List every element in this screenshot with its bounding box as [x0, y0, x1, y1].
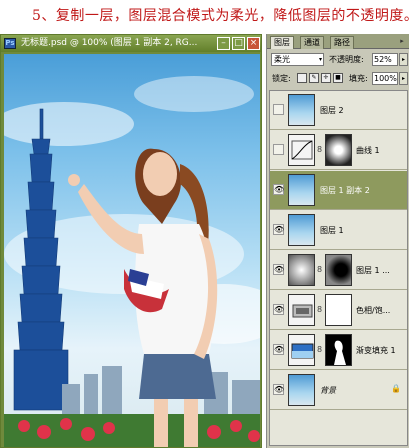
layer-thumbnail [288, 174, 315, 206]
blend-row: 柔光 ▾ 不透明度: 52% ▸ [269, 52, 408, 68]
fill-slider-arrow-icon[interactable]: ▸ [399, 72, 408, 85]
tab-channels[interactable]: 通道 [300, 36, 324, 49]
layer-name: 背景 [320, 386, 336, 395]
blend-mode-value: 柔光 [274, 55, 290, 64]
layer-name: 渐变填充 1 [356, 346, 396, 355]
fill-input[interactable]: 100% [372, 72, 398, 85]
maximize-button[interactable]: □ [232, 37, 245, 50]
chevron-down-icon: ▾ [318, 56, 322, 63]
layer-name: 图层 1 [320, 226, 344, 235]
link-icon: 8 [317, 265, 323, 274]
fill-label: 填充: [349, 74, 368, 83]
layer-mask-thumbnail [325, 134, 352, 166]
layer-row-selected[interactable]: 👁 图层 1 副本 2 [270, 171, 407, 210]
lock-pixels-icon[interactable]: ✎ [309, 73, 319, 83]
tab-layers[interactable]: 图层 [270, 36, 294, 49]
layer-thumbnail [288, 214, 315, 246]
document-canvas[interactable] [4, 54, 260, 447]
lock-all-icon[interactable]: ■ [333, 73, 343, 83]
layer-name: 图层 1 副本 2 [320, 186, 370, 195]
lock-row: 锁定: ✎ ✛ ■ 填充: 100% ▸ [269, 71, 408, 87]
lock-label: 锁定: [272, 74, 291, 83]
lock-icon: 🔒 [391, 384, 401, 393]
visibility-toggle[interactable] [273, 104, 284, 115]
photoshop-icon: Ps [4, 38, 16, 49]
eye-icon[interactable]: 👁 [273, 384, 284, 395]
tutorial-caption: 5、复制一层，图层混合模式为柔光，降低图层的不透明度。 [32, 8, 409, 24]
layer-thumbnail [288, 254, 315, 286]
layer-name: 曲线 1 [356, 146, 380, 155]
curves-adjustment-icon [288, 134, 315, 166]
layer-row[interactable]: 👁 8 色相/饱... [270, 291, 407, 330]
minimize-button[interactable]: – [217, 37, 230, 50]
eye-icon[interactable]: 👁 [273, 184, 284, 195]
eye-icon[interactable]: 👁 [273, 344, 284, 355]
blend-mode-select[interactable]: 柔光 ▾ [271, 53, 324, 66]
layer-mask-thumbnail [325, 294, 352, 326]
layer-thumbnail [288, 94, 315, 126]
close-button[interactable]: × [247, 37, 260, 50]
link-icon: 8 [317, 305, 323, 314]
cloud-shape [4, 102, 134, 146]
eye-icon[interactable]: 👁 [273, 264, 284, 275]
opacity-label: 不透明度: [329, 55, 364, 64]
link-icon: 8 [317, 345, 323, 354]
photo-artwork [4, 76, 260, 447]
link-icon: 8 [317, 145, 323, 154]
gradient-fill-icon [288, 334, 315, 366]
layer-thumbnail [288, 374, 315, 406]
opacity-input[interactable]: 52% [372, 53, 398, 66]
panel-menu-icon[interactable]: ▸ [397, 37, 407, 46]
eye-icon[interactable]: 👁 [273, 224, 284, 235]
layer-row[interactable]: 👁 背景 🔒 [270, 371, 407, 410]
lock-transparency-checkbox[interactable] [297, 73, 307, 83]
panel-tabs: 图层 通道 路径 ▸ [267, 34, 409, 49]
layer-name: 图层 1 ... [356, 266, 390, 275]
document-title: 无标题.psd @ 100% (图层 1 副本 2, RG... [21, 38, 198, 48]
layers-panel: 图层 通道 路径 ▸ 柔光 ▾ 不透明度: 52% ▸ 锁定: ✎ ✛ ■ 填充… [266, 34, 409, 448]
hue-saturation-adjustment-icon [288, 294, 315, 326]
layer-row[interactable]: 👁 8 渐变填充 1 [270, 331, 407, 370]
layer-row[interactable]: 👁 图层 1 [270, 211, 407, 250]
tab-paths[interactable]: 路径 [330, 36, 354, 49]
layer-mask-thumbnail [325, 254, 352, 286]
eye-icon[interactable]: 👁 [273, 304, 284, 315]
cloud-shape [134, 76, 254, 112]
document-window: Ps 无标题.psd @ 100% (图层 1 副本 2, RG... – □ … [0, 34, 262, 448]
layer-row[interactable]: 图层 2 [270, 91, 407, 130]
layer-name: 色相/饱... [356, 306, 391, 315]
opacity-slider-arrow-icon[interactable]: ▸ [399, 53, 408, 66]
lock-position-icon[interactable]: ✛ [321, 73, 331, 83]
layer-mask-thumbnail [325, 334, 352, 366]
layer-row[interactable]: 👁 8 图层 1 ... [270, 251, 407, 290]
layer-row[interactable]: 8 曲线 1 [270, 131, 407, 170]
layer-list: 图层 2 8 曲线 1 👁 图层 1 副本 2 👁 图层 1 👁 8 图层 1 … [269, 90, 408, 446]
layer-name: 图层 2 [320, 106, 344, 115]
visibility-toggle[interactable] [273, 144, 284, 155]
